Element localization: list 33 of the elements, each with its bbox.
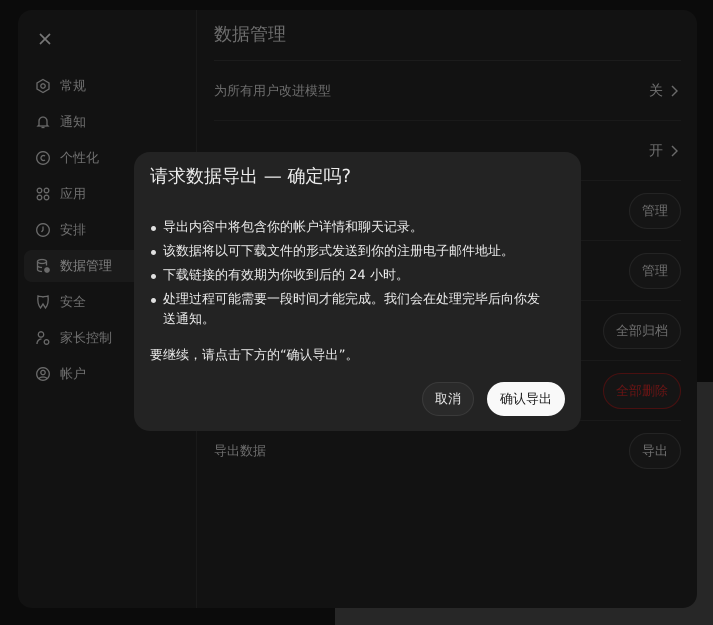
sidebar-item[interactable]: 通知	[24, 106, 190, 138]
hexagon-icon	[35, 78, 51, 94]
sidebar-item[interactable]: 常规	[24, 70, 190, 102]
circle-icon	[35, 150, 51, 166]
setting-label: 导出数据	[214, 442, 267, 460]
dialog-title: 请求数据导出 — 确定吗?	[150, 165, 352, 189]
setting-button[interactable]: 导出	[629, 432, 681, 468]
cancel-button[interactable]: 取消	[422, 382, 474, 416]
chevron-icon[interactable]	[671, 144, 678, 156]
setting-button[interactable]: 管理	[629, 192, 681, 228]
bullet-icon	[151, 274, 156, 279]
shield-icon	[35, 294, 51, 310]
bullet-text: 处理过程可能需要一段时间才能完成。我们会在处理完毕后向你发送通知。	[163, 291, 541, 329]
dialog-note: 要继续，请点击下方的“确认导出”。	[150, 347, 360, 364]
bullet-icon	[151, 226, 156, 231]
close-icon[interactable]	[38, 32, 52, 46]
person-icon	[35, 330, 51, 346]
setting-value[interactable]: 关	[649, 82, 663, 100]
bullet-text: 导出内容中将包含你的帐户详情和聊天记录。	[163, 219, 423, 237]
setting-button[interactable]: 全部归档	[603, 312, 681, 348]
section-title: 数据管理	[214, 22, 681, 61]
setting-label: 为所有用户改进模型	[214, 82, 332, 100]
setting-value[interactable]: 开	[649, 142, 663, 160]
grid-icon	[35, 186, 51, 202]
setting-button[interactable]: 管理	[629, 252, 681, 288]
chevron-icon[interactable]	[671, 84, 678, 96]
bullet-icon	[151, 250, 156, 255]
user-icon	[35, 366, 51, 382]
bullet-icon	[151, 298, 156, 303]
database-icon	[35, 258, 51, 274]
bell-icon	[35, 114, 51, 130]
clock-icon	[35, 222, 51, 238]
confirm-button[interactable]: 确认导出	[487, 382, 565, 416]
